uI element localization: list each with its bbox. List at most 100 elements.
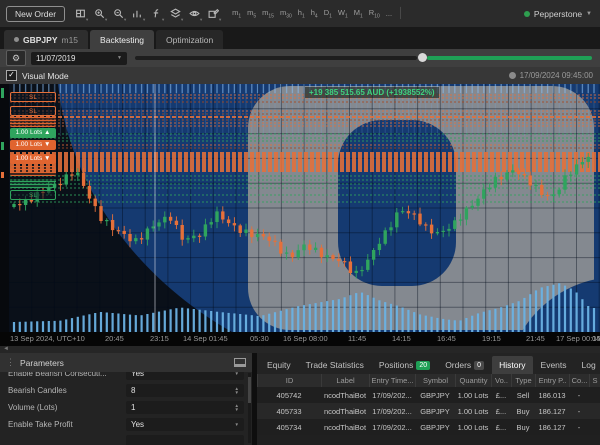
order-level-band[interactable]	[10, 179, 56, 188]
column-header-type[interactable]: Type	[511, 374, 535, 387]
tab-symbol-chart[interactable]: GBPJPY m15	[4, 30, 88, 49]
param-value: 1	[131, 403, 135, 412]
scroll-left-icon[interactable]: ◄	[3, 346, 9, 353]
table-cell: 186.127	[535, 419, 569, 435]
timeframe-h4[interactable]: h4	[311, 8, 318, 20]
timeframe-R10[interactable]: R10	[369, 8, 380, 20]
zoom-out-icon[interactable]: ▼	[109, 5, 128, 22]
backtest-progress-slider[interactable]	[135, 49, 592, 67]
backtest-settings-button[interactable]: ⚙	[6, 50, 26, 66]
visual-mode-checkbox[interactable]: ✓	[6, 70, 17, 81]
order-label-1-00-lots-[interactable]: 1.00 Lots ▲	[10, 128, 56, 138]
column-header-entryp[interactable]: Entry P..	[535, 374, 569, 387]
time-axis[interactable]: 13 Sep 2024, UTC+1020:4523:1514 Sep 01:4…	[0, 332, 600, 346]
param-label: Bearish Candles	[0, 386, 126, 395]
tab-label: Trade Statistics	[306, 360, 364, 370]
table-row[interactable]: 405733ncodThaiBot17/09/202...GBPJPY1.00 …	[257, 403, 600, 419]
table-cell: Buy	[511, 419, 535, 435]
order-label-sl[interactable]: SL	[10, 92, 56, 102]
chart-layout-icon[interactable]: ▼	[71, 5, 90, 22]
param-label: Enable Take Profit	[0, 420, 126, 429]
order-label-sl[interactable]: SL	[10, 190, 56, 200]
broker-status-icon	[524, 11, 530, 17]
stepper-icon[interactable]: ▲▼	[235, 387, 239, 394]
column-header-id[interactable]: ID	[257, 374, 321, 387]
timeframe-m5[interactable]: m5	[247, 8, 256, 20]
parameters-header: ⋮ Parameters	[0, 353, 252, 372]
param-value-field[interactable]: Yes ▼	[126, 372, 244, 380]
column-header-vo[interactable]: Vo..	[491, 374, 511, 387]
tab-history[interactable]: History	[492, 356, 532, 374]
table-cell: 405734	[257, 419, 321, 435]
param-value-field[interactable]	[126, 435, 244, 445]
column-header-co[interactable]: Co...	[569, 374, 589, 387]
table-row[interactable]: 405734ncodThaiBot17/09/202...GBPJPY1.00 …	[257, 419, 600, 435]
table-row[interactable]: 405742ncodThaiBot17/09/202...GBPJPY1.00 …	[257, 387, 600, 403]
tab-equity[interactable]: Equity	[260, 356, 298, 374]
timeframe-m30[interactable]: m30	[280, 8, 292, 20]
dock-panel-icon[interactable]	[234, 358, 246, 367]
objects-icon[interactable]: ▼	[166, 5, 185, 22]
progress-slider-thumb[interactable]	[418, 53, 427, 62]
param-value: Yes	[131, 372, 144, 378]
stepper-icon[interactable]: ▲▼	[235, 404, 239, 411]
order-label-1-00-lots-[interactable]: 1.00 Lots ▼	[10, 140, 56, 150]
indicators-icon[interactable]: ▼	[128, 5, 147, 22]
tab-log[interactable]: Log	[575, 356, 600, 374]
column-header-quantity[interactable]: Quantity	[455, 374, 491, 387]
order-label-1-00-lots-[interactable]: 1.00 Lots ▼	[10, 154, 56, 164]
parameters-scrollbar[interactable]	[248, 373, 251, 443]
grip-icon[interactable]: ⋮	[6, 357, 15, 368]
timeframe-M1[interactable]: M1	[354, 8, 363, 20]
price-chart-area[interactable]: SLSL1.00 Lots ▲1.00 Lots ▼1.00 Lots ▼SL …	[0, 84, 600, 332]
tab-backtesting[interactable]: Backtesting	[90, 30, 154, 49]
tab-events[interactable]: Events	[534, 356, 574, 374]
visibility-icon[interactable]: ▼	[185, 5, 204, 22]
tab-positions[interactable]: Positions20	[372, 356, 437, 374]
price-chart[interactable]	[0, 84, 600, 332]
tab-label: Positions	[379, 360, 414, 370]
time-tick: 04:00	[592, 334, 600, 343]
history-table-body: 405742ncodThaiBot17/09/202...GBPJPY1.00 …	[257, 387, 600, 435]
timeframe-D1[interactable]: D1	[324, 8, 332, 20]
param-value-field[interactable]: 8 ▲▼	[126, 384, 244, 397]
column-header-symbol[interactable]: Symbol	[415, 374, 455, 387]
timeframe-more[interactable]: ...	[386, 9, 392, 18]
tab-label: History	[499, 360, 525, 370]
parameters-title: Parameters	[20, 358, 64, 368]
chart-horizontal-scrollbar[interactable]: ◄	[0, 346, 600, 353]
tab-trade-statistics[interactable]: Trade Statistics	[299, 356, 371, 374]
timeframe-W1[interactable]: W1	[338, 8, 348, 20]
param-value-field[interactable]: Yes▼	[126, 418, 244, 431]
param-value: 8	[131, 386, 135, 395]
tab-orders[interactable]: Orders0	[438, 356, 491, 374]
zoom-in-icon[interactable]: ▼	[90, 5, 109, 22]
column-header-s[interactable]: S	[589, 374, 600, 387]
chevron-down-icon[interactable]: ▼	[235, 423, 239, 427]
timeframe-m1[interactable]: m1	[232, 8, 241, 20]
chevron-down-icon[interactable]: ▼	[235, 372, 239, 375]
chart-tab-bar: GBPJPY m15 Backtesting Optimization	[0, 27, 600, 49]
timeframe-h1[interactable]: h1	[298, 8, 305, 20]
clock-dot-icon	[509, 72, 516, 79]
table-cell: GBPJPY	[415, 403, 455, 419]
time-tick: 20:45	[105, 334, 124, 343]
order-level-band[interactable]	[10, 166, 56, 176]
order-level-band[interactable]	[10, 117, 56, 127]
order-label-sl[interactable]: SL	[10, 106, 56, 116]
column-header-label[interactable]: Label	[321, 374, 369, 387]
table-cell: £...	[491, 403, 511, 419]
edit-pattern-icon[interactable]: ▼	[204, 5, 223, 22]
column-header-entrytime[interactable]: Entry Time...	[369, 374, 415, 387]
tab-label: Equity	[267, 360, 291, 370]
broker-menu[interactable]: Pepperstone ▼	[524, 9, 592, 19]
table-cell: 1.00 Lots	[455, 403, 491, 419]
function-icon[interactable]: ▼	[147, 5, 166, 22]
timeframe-m15[interactable]: m15	[262, 8, 274, 20]
new-order-button[interactable]: New Order	[6, 6, 65, 22]
chevron-down-icon: ▼	[586, 11, 592, 17]
param-value-field[interactable]: 1 ▲▼	[126, 401, 244, 414]
start-date-select[interactable]: 11/07/2019 ▼	[31, 52, 127, 65]
progress-track-remaining	[427, 56, 592, 60]
tab-optimization[interactable]: Optimization	[156, 30, 223, 49]
